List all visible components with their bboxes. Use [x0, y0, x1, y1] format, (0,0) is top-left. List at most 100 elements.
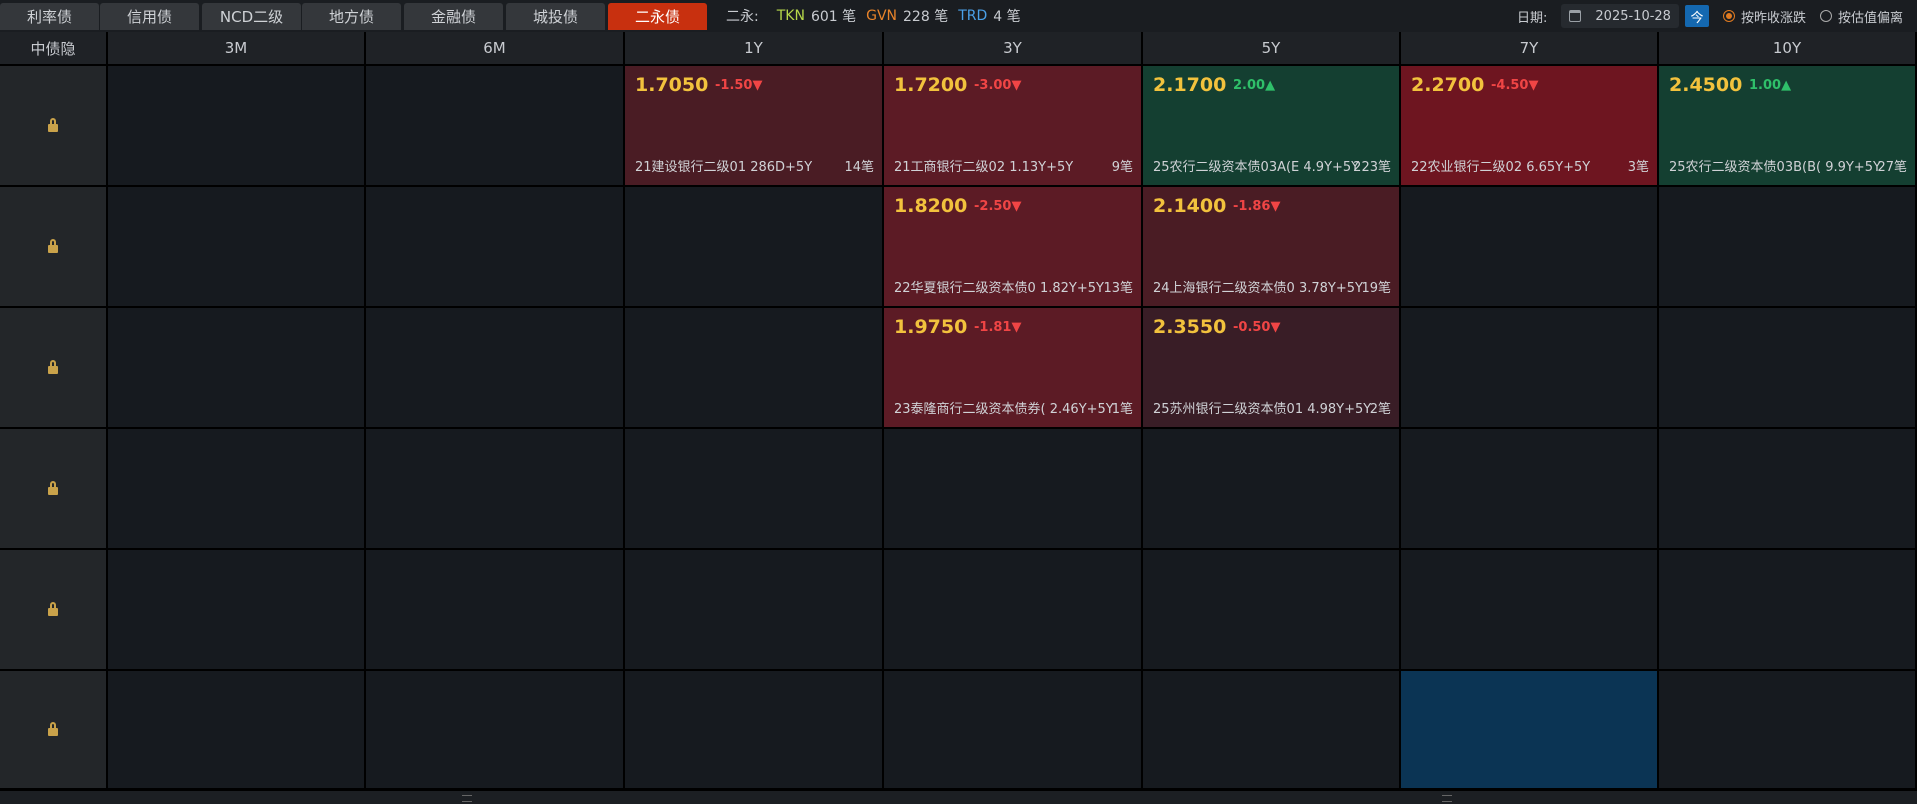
- grid-cell[interactable]: [108, 671, 366, 790]
- row-lock[interactable]: [0, 187, 108, 308]
- grid-cell[interactable]: [366, 66, 625, 187]
- trade-count: 3笔: [1627, 160, 1649, 175]
- grid-cell[interactable]: [884, 671, 1143, 790]
- grid-cell[interactable]: [625, 429, 884, 550]
- quote-cell[interactable]: 2.1700 2.00▲ 25农行二级资本债03A(E 4.9Y+5Y 223笔: [1143, 66, 1401, 187]
- grid-cell[interactable]: [108, 66, 366, 187]
- trade-count: 19笔: [1361, 281, 1391, 296]
- trade-count: 223笔: [1353, 160, 1391, 175]
- column-header-7Y[interactable]: 7Y: [1401, 32, 1659, 66]
- lock-icon[interactable]: [48, 360, 58, 374]
- splitter-handle[interactable]: [1442, 795, 1452, 802]
- trade-count: 27笔: [1877, 160, 1907, 175]
- grid-cell[interactable]: [366, 187, 625, 308]
- row-lock[interactable]: [0, 671, 108, 790]
- bond-name: 24上海银行二级资本债0 3.78Y+5Y: [1153, 281, 1363, 296]
- grid-cell[interactable]: [366, 550, 625, 671]
- grid-cell[interactable]: [366, 308, 625, 429]
- grid-cell[interactable]: [1143, 671, 1401, 790]
- grid-cell[interactable]: [1659, 429, 1917, 550]
- grid-cell[interactable]: [1659, 550, 1917, 671]
- grid-cell[interactable]: [108, 187, 366, 308]
- yield-change: -4.50▼: [1491, 78, 1539, 93]
- column-header-5Y[interactable]: 5Y: [1143, 32, 1401, 66]
- row-lock[interactable]: [0, 550, 108, 671]
- column-header-6M[interactable]: 6M: [366, 32, 625, 66]
- radio-valuation-label: 按估值偏离: [1837, 10, 1903, 26]
- tab-1[interactable]: 信用债: [100, 3, 199, 30]
- grid-cell[interactable]: [1401, 550, 1659, 671]
- date-picker[interactable]: 2025-10-28: [1561, 4, 1679, 28]
- quote-cell[interactable]: 1.8200 -2.50▼ 22华夏银行二级资本债0 1.82Y+5Y 13笔: [884, 187, 1143, 308]
- bond-name: 22华夏银行二级资本债0 1.82Y+5Y: [894, 281, 1104, 296]
- quote-cell[interactable]: 1.9750 -1.81▼ 23泰隆商行二级资本债券( 2.46Y+5Y 1笔: [884, 308, 1143, 429]
- lock-icon[interactable]: [48, 118, 58, 132]
- grid-cell[interactable]: [625, 308, 884, 429]
- lock-icon[interactable]: [48, 722, 58, 736]
- yield-change: -1.86▼: [1233, 199, 1281, 214]
- radio-unselected-icon: [1819, 10, 1832, 22]
- quote-cell[interactable]: 2.3550 -0.50▼ 25苏州银行二级资本债01 4.98Y+5Y 2笔: [1143, 308, 1401, 429]
- tab-3[interactable]: 地方债: [302, 3, 401, 30]
- grid-cell[interactable]: [1401, 308, 1659, 429]
- tab-6[interactable]: 二永债: [608, 3, 707, 30]
- lock-icon[interactable]: [48, 239, 58, 253]
- grid-cell[interactable]: [625, 550, 884, 671]
- grid-cell[interactable]: [1401, 187, 1659, 308]
- grid-cell[interactable]: [108, 308, 366, 429]
- calendar-icon[interactable]: [1569, 10, 1582, 22]
- yield-change: -3.00▼: [974, 78, 1022, 93]
- row-lock[interactable]: [0, 66, 108, 187]
- tab-0[interactable]: 利率债: [0, 3, 99, 30]
- radio-selected-icon: [1722, 10, 1735, 22]
- grid-cell[interactable]: [1143, 429, 1401, 550]
- yield-change: -1.50▼: [715, 78, 763, 93]
- radio-prev-close-label: 按昨收涨跌: [1740, 10, 1806, 26]
- yield-price: 2.1700: [1153, 74, 1227, 96]
- column-header-3M[interactable]: 3M: [108, 32, 366, 66]
- grid-cell[interactable]: [366, 671, 625, 790]
- splitter-handle[interactable]: [462, 795, 472, 802]
- grid-cell[interactable]: [1143, 550, 1401, 671]
- today-button[interactable]: 今: [1684, 5, 1709, 27]
- yield-price: 2.1400: [1153, 195, 1227, 217]
- radio-valuation[interactable]: 按估值偏离: [1819, 7, 1903, 26]
- grid-cell[interactable]: [1659, 671, 1917, 790]
- column-header-1Y[interactable]: 1Y: [625, 32, 884, 66]
- quote-cell[interactable]: 1.7200 -3.00▼ 21工商银行二级02 1.13Y+5Y 9笔: [884, 66, 1143, 187]
- lock-icon[interactable]: [48, 481, 58, 495]
- quote-cell[interactable]: 2.2700 -4.50▼ 22农业银行二级02 6.65Y+5Y 3笔: [1401, 66, 1659, 187]
- grid-cell[interactable]: [884, 550, 1143, 671]
- row-lock[interactable]: [0, 308, 108, 429]
- grid-cell[interactable]: [1659, 187, 1917, 308]
- trade-count: 9笔: [1111, 160, 1133, 175]
- quote-cell[interactable]: 2.1400 -1.86▼ 24上海银行二级资本债0 3.78Y+5Y 19笔: [1143, 187, 1401, 308]
- bottom-scroll-bar[interactable]: [0, 790, 1917, 804]
- grid-cell[interactable]: [108, 429, 366, 550]
- grid-cell[interactable]: [1659, 308, 1917, 429]
- row-lock[interactable]: [0, 429, 108, 550]
- yield-price: 2.3550: [1153, 316, 1227, 338]
- trd-label: TRD: [958, 8, 988, 24]
- tab-5[interactable]: 城投债: [506, 3, 605, 30]
- tab-2[interactable]: NCD二级: [202, 3, 301, 30]
- grid-cell[interactable]: [366, 429, 625, 550]
- radio-prev-close[interactable]: 按昨收涨跌: [1722, 7, 1806, 26]
- selected-cell[interactable]: [1401, 671, 1659, 790]
- column-header-3Y[interactable]: 3Y: [884, 32, 1143, 66]
- quote-cell[interactable]: 2.4500 1.00▲ 25农行二级资本债03B(B( 9.9Y+5Y 27笔: [1659, 66, 1917, 187]
- tkn-count: 601 笔: [810, 9, 857, 25]
- grid-cell[interactable]: [625, 671, 884, 790]
- grid-cell[interactable]: [625, 187, 884, 308]
- tab-4[interactable]: 金融债: [404, 3, 503, 30]
- stats-prefix: 二永:: [726, 9, 759, 25]
- column-header-10Y[interactable]: 10Y: [1659, 32, 1917, 66]
- grid-cell[interactable]: [1401, 429, 1659, 550]
- grid-cell[interactable]: [108, 550, 366, 671]
- corner-header: 中债隐: [0, 32, 108, 66]
- quote-cell[interactable]: 1.7050 -1.50▼ 21建设银行二级01 286D+5Y 14笔: [625, 66, 884, 187]
- yield-price: 1.8200: [894, 195, 968, 217]
- trade-stats: 二永: TKN 601 笔 GVN 228 笔 TRD 4 笔: [726, 0, 1027, 32]
- grid-cell[interactable]: [884, 429, 1143, 550]
- lock-icon[interactable]: [48, 602, 58, 616]
